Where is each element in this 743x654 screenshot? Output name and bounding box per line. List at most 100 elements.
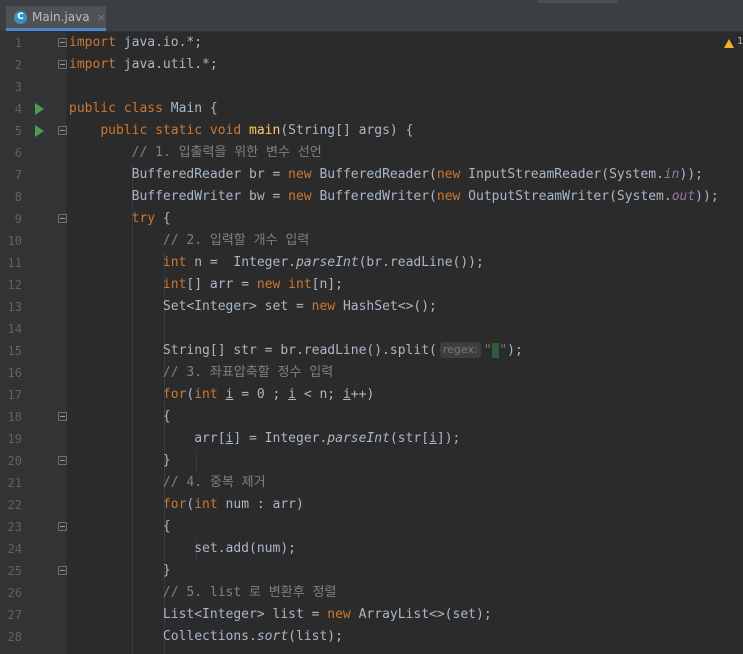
code-line[interactable]: 6 // 1. 입출력을 위한 변수 선언	[0, 142, 743, 164]
line-number[interactable]: 11	[0, 252, 22, 274]
code-line[interactable]: 11 int n = Integer.parseInt(br.readLine(…	[0, 252, 743, 274]
code-line[interactable]: 7 BufferedReader br = new BufferedReader…	[0, 164, 743, 186]
code-line[interactable]: 15 String[] str = br.readLine().split(re…	[0, 340, 743, 362]
code-line[interactable]: 10 // 2. 입력할 개수 입력	[0, 230, 743, 252]
line-number[interactable]: 6	[0, 142, 22, 164]
code-text: {	[69, 516, 171, 538]
code-line[interactable]: 20 }	[0, 450, 743, 472]
code-token: import	[69, 35, 116, 50]
line-number[interactable]: 1	[0, 32, 22, 54]
code-line[interactable]: 2 import java.util.*;	[0, 54, 743, 76]
warning-triangle-icon[interactable]	[724, 39, 734, 48]
line-number[interactable]: 25	[0, 560, 22, 582]
code-line[interactable]: 21 // 4. 중복 제거	[0, 472, 743, 494]
code-line[interactable]: 4 public class Main {	[0, 98, 743, 120]
code-line[interactable]: 13 Set<Integer> set = new HashSet<>();	[0, 296, 743, 318]
code-line[interactable]: 28 Collections.sort(list);	[0, 626, 743, 648]
code-line[interactable]: 9 try {	[0, 208, 743, 230]
toolbar-strip	[538, 0, 618, 3]
line-number[interactable]: 13	[0, 296, 22, 318]
code-text: // 3. 좌표압축할 정수 입력	[69, 362, 333, 384]
code-line[interactable]: 22 for(int num : arr)	[0, 494, 743, 516]
line-number[interactable]: 18	[0, 406, 22, 428]
fold-icon[interactable]	[58, 566, 67, 575]
warning-count: 1	[737, 36, 743, 47]
code-line[interactable]: 5 public static void main(String[] args)…	[0, 120, 743, 142]
code-line[interactable]: 3	[0, 76, 743, 98]
code-line[interactable]: 19 arr[i] = Integer.parseInt(str[i]);	[0, 428, 743, 450]
fold-icon[interactable]	[58, 60, 67, 69]
line-number[interactable]: 2	[0, 54, 22, 76]
line-number[interactable]: 19	[0, 428, 22, 450]
code-token: in	[663, 167, 680, 182]
line-number[interactable]: 17	[0, 384, 22, 406]
code-token: main	[249, 123, 281, 138]
code-text: String[] str = br.readLine().split(regex…	[69, 340, 523, 362]
run-gutter-icon[interactable]	[35, 125, 44, 137]
code-token: arr[	[69, 431, 226, 446]
code-line[interactable]: 26 // 5. list 로 변환후 정렬	[0, 582, 743, 604]
fold-icon[interactable]	[58, 456, 67, 465]
code-line[interactable]: 18 {	[0, 406, 743, 428]
code-line[interactable]: 17 for(int i = 0 ; i < n; i++)	[0, 384, 743, 406]
code-token: );	[507, 343, 523, 358]
line-number[interactable]: 14	[0, 318, 22, 340]
line-number[interactable]: 21	[0, 472, 22, 494]
code-editor[interactable]: 1 import java.io.*; 2 import java.util.*; 3 4…	[0, 32, 743, 654]
code-line[interactable]: 24 set.add(num);	[0, 538, 743, 560]
run-gutter-icon[interactable]	[35, 103, 44, 115]
code-line[interactable]: 8 BufferedWriter bw = new BufferedWriter…	[0, 186, 743, 208]
line-number[interactable]: 3	[0, 76, 22, 98]
code-line[interactable]: 23 {	[0, 516, 743, 538]
code-line[interactable]: 27 List<Integer> list = new ArrayList<>(…	[0, 604, 743, 626]
fold-icon[interactable]	[58, 126, 67, 135]
line-number[interactable]: 9	[0, 208, 22, 230]
line-number[interactable]: 7	[0, 164, 22, 186]
line-number[interactable]: 24	[0, 538, 22, 560]
line-number[interactable]: 28	[0, 626, 22, 648]
line-number[interactable]: 26	[0, 582, 22, 604]
line-number[interactable]: 8	[0, 186, 22, 208]
fold-icon[interactable]	[58, 214, 67, 223]
line-number[interactable]: 22	[0, 494, 22, 516]
code-line[interactable]: 1 import java.io.*;	[0, 32, 743, 54]
code-line[interactable]: 16 // 3. 좌표압축할 정수 입력	[0, 362, 743, 384]
code-line[interactable]: 25 }	[0, 560, 743, 582]
code-token: ++)	[350, 387, 375, 402]
code-token: HashSet<>();	[335, 299, 437, 314]
code-token: // 5. list 로 변환후 정렬	[162, 585, 337, 600]
line-number[interactable]: 12	[0, 274, 22, 296]
code-token: }	[69, 563, 171, 578]
line-number[interactable]: 4	[0, 98, 22, 120]
close-icon[interactable]: ×	[97, 11, 106, 24]
code-token: new	[436, 167, 461, 182]
code-token: new	[311, 299, 336, 314]
code-text: int[] arr = new int[n];	[69, 274, 343, 296]
fold-icon[interactable]	[58, 412, 67, 421]
code-token: i	[288, 387, 296, 402]
line-number[interactable]: 23	[0, 516, 22, 538]
code-token: new int	[256, 277, 312, 292]
code-token: int	[194, 387, 218, 402]
code-text: {	[69, 406, 171, 428]
code-text: import java.util.*;	[69, 54, 218, 76]
code-token: ));	[695, 189, 719, 204]
line-number[interactable]: 27	[0, 604, 22, 626]
tab-main-java[interactable]: C Main.java ×	[6, 6, 106, 31]
line-number[interactable]: 15	[0, 340, 22, 362]
code-token: }	[69, 453, 171, 468]
fold-icon[interactable]	[58, 522, 67, 531]
fold-icon[interactable]	[58, 38, 67, 47]
line-number[interactable]: 5	[0, 120, 22, 142]
code-line[interactable]: 12 int[] arr = new int[n];	[0, 274, 743, 296]
line-number[interactable]: 10	[0, 230, 22, 252]
code-token: BufferedWriter bw =	[69, 189, 289, 204]
line-number[interactable]: 16	[0, 362, 22, 384]
code-line[interactable]: 14	[0, 318, 743, 340]
code-token: List<Integer> list =	[69, 607, 328, 622]
line-number[interactable]: 20	[0, 450, 22, 472]
